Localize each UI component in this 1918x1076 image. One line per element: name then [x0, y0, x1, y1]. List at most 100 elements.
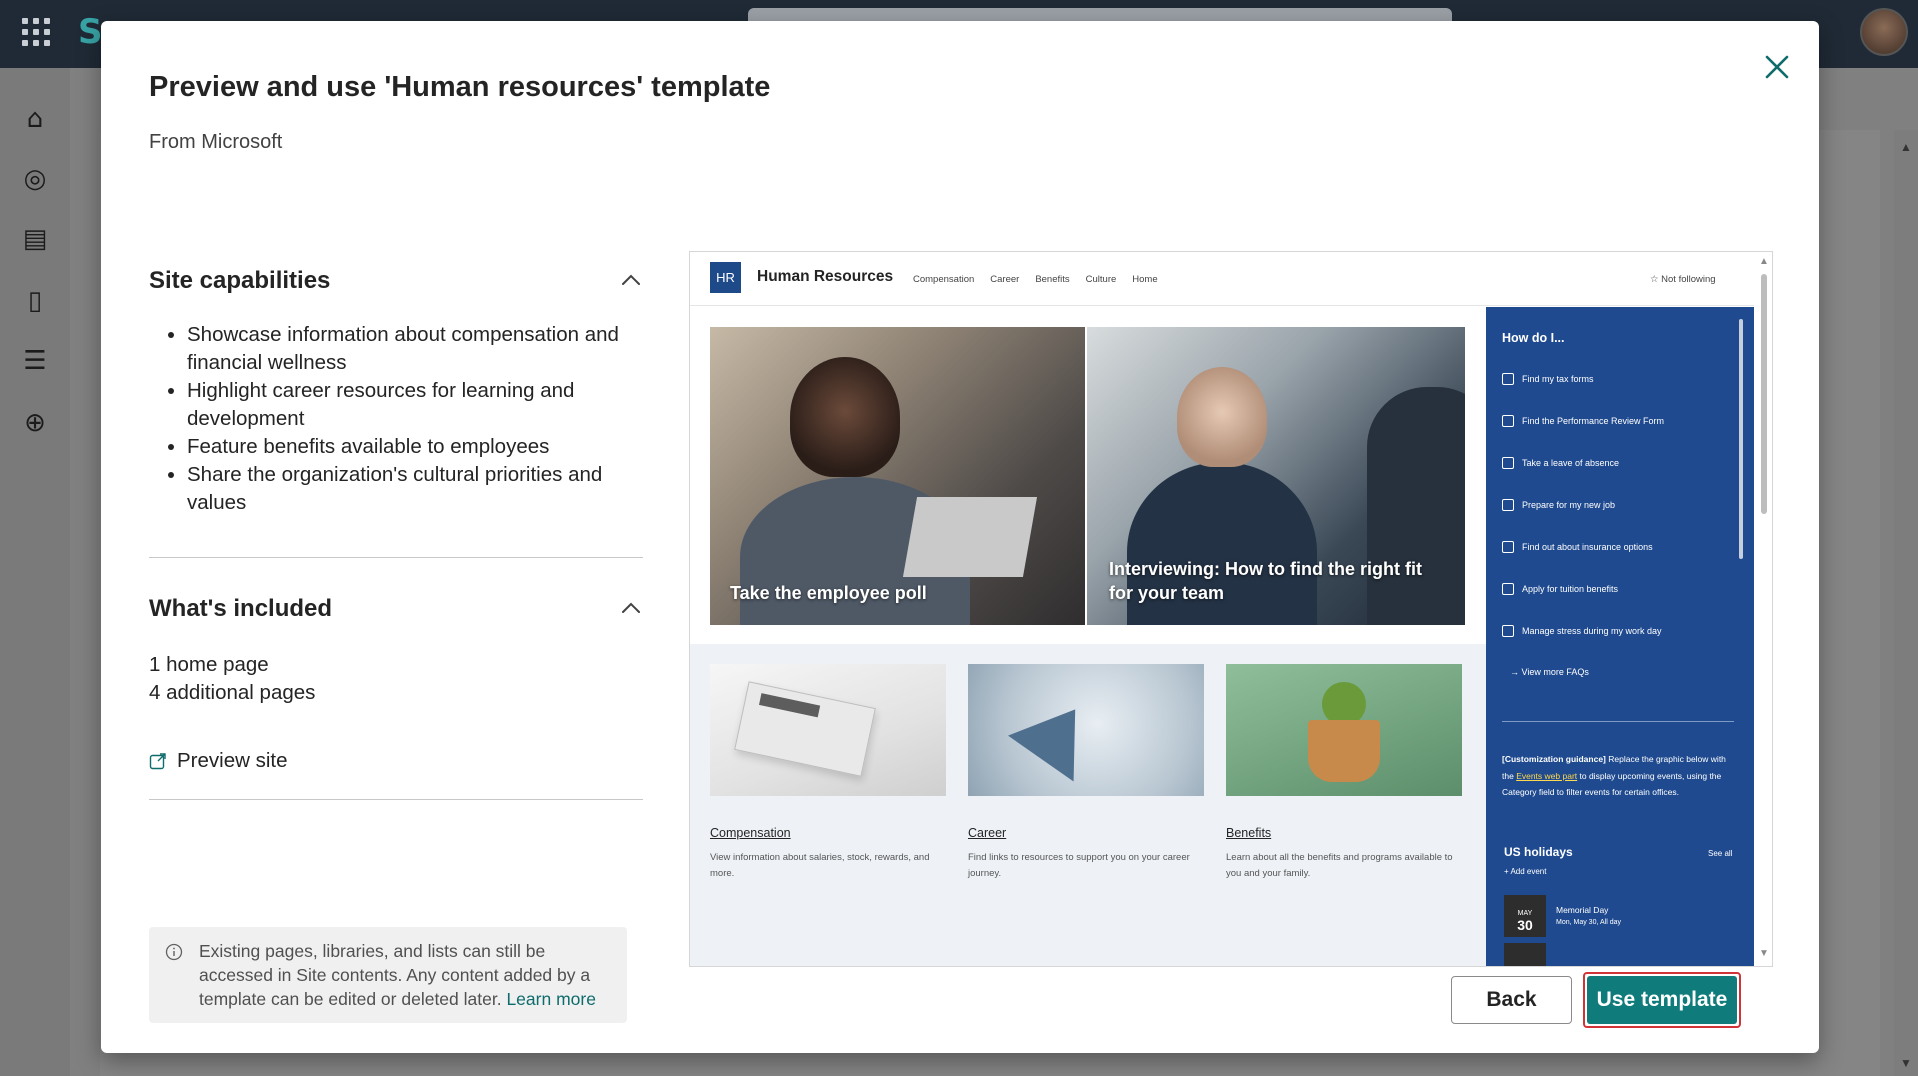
hero-caption: Take the employee poll	[730, 583, 927, 603]
divider	[149, 799, 643, 800]
scroll-down-icon[interactable]: ▼	[1900, 1056, 1912, 1070]
see-all-link: See all	[1708, 849, 1733, 858]
holidays-heading: US holidays	[1504, 845, 1573, 859]
included-additional-pages: 4 additional pages	[149, 681, 316, 704]
preview-nav: Compensation Career Benefits Culture Hom…	[913, 274, 1158, 285]
hero-tile: Interviewing: How to find the right fit …	[1087, 327, 1465, 625]
document-icon[interactable]: ▯	[20, 286, 50, 316]
preview-card: Compensation View information about sala…	[710, 664, 946, 882]
back-button[interactable]: Back	[1451, 976, 1572, 1024]
included-section: What's included 1 home page 4 additional…	[149, 589, 643, 707]
list-icon[interactable]: ☰	[20, 346, 50, 376]
clipboard-icon	[1502, 415, 1514, 427]
preview-card: Benefits Learn about all the benefits an…	[1226, 664, 1462, 882]
scroll-thumb[interactable]	[1761, 274, 1767, 514]
sidebar-link: Find out about insurance options	[1502, 541, 1653, 553]
globe-icon[interactable]: ◎	[20, 164, 50, 194]
preview-site-link[interactable]: Preview site	[149, 749, 288, 773]
preview-site-header: HR Human Resources Compensation Career B…	[690, 252, 1754, 306]
guidance-label: [Customization guidance]	[1502, 754, 1606, 764]
preview-follow-status: ☆ Not following	[1650, 274, 1716, 285]
capabilities-list: Showcase information about compensation …	[149, 321, 643, 517]
use-template-focus-ring: Use template	[1583, 972, 1741, 1028]
card-description: Learn about all the benefits and program…	[1226, 852, 1453, 879]
close-button[interactable]	[1755, 45, 1799, 89]
card-title: Benefits	[1226, 826, 1272, 840]
left-rail: ⌂ ◎ ▤ ▯ ☰ ⊕	[0, 68, 70, 1076]
card-image	[968, 664, 1204, 796]
sidebar-link: Take a leave of absence	[1502, 457, 1619, 469]
capabilities-section: Site capabilities Showcase information a…	[149, 261, 643, 517]
preview-nav-item: Career	[990, 274, 1020, 285]
site-preview[interactable]: HR Human Resources Compensation Career B…	[689, 251, 1773, 967]
included-list: 1 home page 4 additional pages	[149, 651, 643, 707]
customization-guidance: [Customization guidance] Replace the gra…	[1502, 751, 1736, 801]
link-icon	[1502, 541, 1514, 553]
preview-nav-item: Home	[1132, 274, 1158, 285]
sidebar-link: Find the Performance Review Form	[1502, 415, 1664, 427]
chevron-up-icon[interactable]	[619, 597, 643, 621]
card-image	[1226, 664, 1462, 796]
sidebar-link: Find my tax forms	[1502, 373, 1594, 385]
heart-icon	[1502, 625, 1514, 637]
app-launcher-icon[interactable]	[22, 18, 50, 46]
open-external-icon	[149, 753, 166, 770]
included-header[interactable]: What's included	[149, 589, 643, 629]
sidebar-link-label: Manage stress during my work day	[1522, 626, 1662, 636]
sidebar-link-label: Find the Performance Review Form	[1522, 416, 1665, 426]
leave-icon	[1502, 457, 1514, 469]
included-home-page: 1 home page	[149, 653, 269, 676]
dialog-subtitle: From Microsoft	[149, 131, 283, 153]
chevron-up-icon[interactable]	[619, 269, 643, 293]
preview-nav-item: Culture	[1085, 274, 1117, 285]
scroll-up-icon[interactable]: ▲	[1759, 256, 1769, 267]
preview-scrollbar[interactable]: ▲ ▼	[1754, 252, 1772, 966]
hero-image	[790, 357, 900, 477]
card-title: Career	[968, 826, 1007, 840]
card-description: View information about salaries, stock, …	[710, 852, 930, 879]
card-image	[710, 664, 946, 796]
avatar[interactable]	[1860, 8, 1908, 56]
add-circle-icon[interactable]: ⊕	[20, 408, 50, 438]
use-template-button[interactable]: Use template	[1587, 976, 1737, 1024]
divider	[149, 557, 643, 558]
list-item: Showcase information about compensation …	[187, 321, 643, 377]
card-description: Find links to resources to support you o…	[968, 852, 1190, 879]
news-icon[interactable]: ▤	[20, 224, 50, 254]
divider	[1502, 721, 1734, 722]
sidebar-link-label: Find my tax forms	[1522, 374, 1594, 384]
list-item: Highlight career resources for learning …	[187, 377, 643, 433]
info-icon	[165, 943, 183, 961]
card-title: Compensation	[710, 826, 791, 840]
scroll-down-icon[interactable]: ▼	[1759, 948, 1769, 959]
hero-image	[1177, 367, 1267, 467]
hero-image	[902, 497, 1038, 577]
template-preview-dialog: Preview and use 'Human resources' templa…	[101, 21, 1819, 1053]
event-date: Mon, May 30, All day	[1556, 919, 1621, 926]
event-date-badge	[1504, 943, 1546, 966]
page-scrollbar[interactable]: ▲ ▼	[1894, 130, 1918, 1076]
sidebar-link: Manage stress during my work day	[1502, 625, 1662, 637]
capabilities-heading: Site capabilities	[149, 267, 331, 294]
hero-caption: Interviewing: How to find the right fit …	[1109, 559, 1422, 603]
close-icon	[1765, 55, 1789, 79]
preview-sidebar: How do I... Find my tax forms Find the P…	[1486, 307, 1754, 966]
learn-more-link[interactable]: Learn more	[506, 989, 596, 1009]
add-event-link: + Add event	[1504, 867, 1547, 876]
preview-main: Take the employee poll Interviewing: How…	[690, 307, 1486, 966]
sidebar-link-label: Find out about insurance options	[1522, 542, 1653, 552]
capabilities-header[interactable]: Site capabilities	[149, 261, 643, 301]
preview-nav-item: Benefits	[1035, 274, 1070, 285]
sidebar-link-label: Take a leave of absence	[1522, 458, 1620, 468]
home-icon[interactable]: ⌂	[20, 104, 50, 134]
hero-tile: Take the employee poll	[710, 327, 1085, 625]
sidebar-heading: How do I...	[1502, 331, 1565, 345]
event-date-badge: MAY 30	[1504, 895, 1546, 937]
preview-cards: Compensation View information about sala…	[690, 644, 1486, 966]
event-title: Memorial Day	[1556, 905, 1609, 915]
list-item: Feature benefits available to employees	[187, 433, 643, 461]
event-day: 30	[1517, 917, 1533, 933]
scroll-up-icon[interactable]: ▲	[1900, 140, 1912, 154]
sidebar-scrollbar[interactable]	[1738, 307, 1744, 966]
sidebar-link: Apply for tuition benefits	[1502, 583, 1618, 595]
